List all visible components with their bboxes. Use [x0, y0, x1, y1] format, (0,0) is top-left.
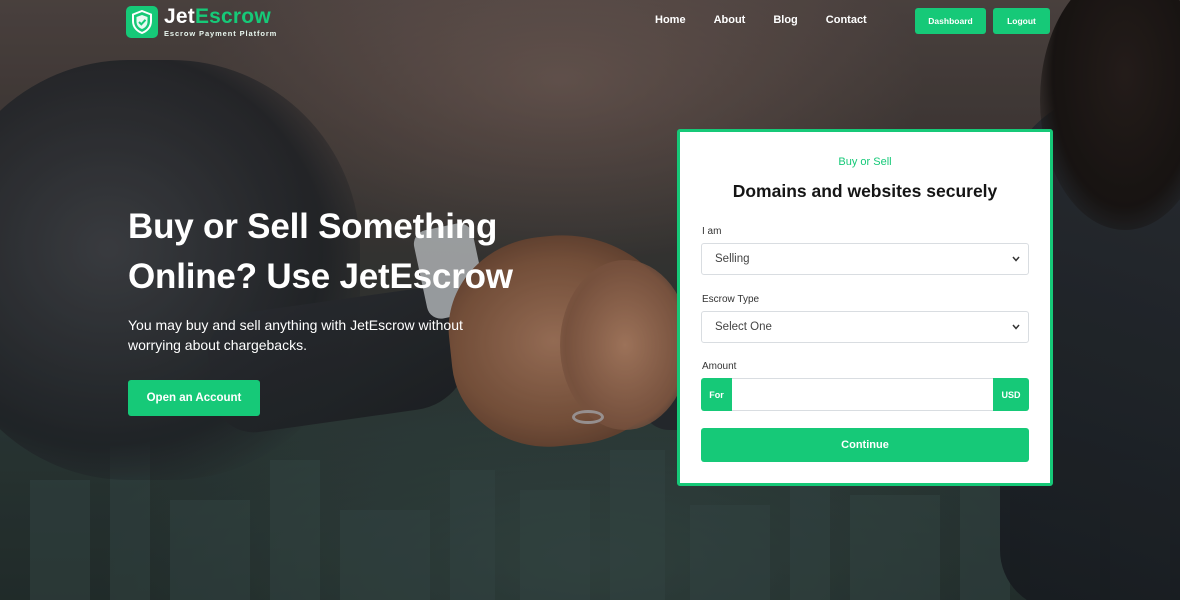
- amount-prefix: For: [701, 378, 732, 411]
- nav-item-home[interactable]: Home: [655, 14, 686, 26]
- logout-button[interactable]: Logout: [993, 8, 1050, 34]
- escrow-form-card: Buy or Sell Domains and websites securel…: [677, 129, 1053, 486]
- escrow-type-select[interactable]: Select One: [701, 311, 1029, 343]
- form-title: Domains and websites securely: [732, 181, 998, 201]
- brand-name: JetEscrow: [164, 5, 271, 28]
- escrow-type-label: Escrow Type: [702, 294, 760, 305]
- brand-logo[interactable]: JetEscrow Escrow Payment Platform: [126, 6, 277, 38]
- dashboard-button[interactable]: Dashboard: [915, 8, 986, 34]
- chevron-down-icon: [1012, 323, 1020, 331]
- hero-subtitle: You may buy and sell anything with JetEs…: [128, 317, 463, 353]
- amount-input-group: For USD: [701, 378, 1029, 411]
- continue-button[interactable]: Continue: [701, 428, 1029, 462]
- main-nav: Home About Blog Contact: [655, 14, 867, 26]
- nav-item-contact[interactable]: Contact: [826, 14, 867, 26]
- amount-label: Amount: [702, 361, 737, 372]
- chevron-down-icon: [1012, 255, 1020, 263]
- amount-input[interactable]: [732, 378, 993, 411]
- open-account-button[interactable]: Open an Account: [128, 380, 260, 416]
- role-select-value: Selling: [715, 253, 750, 265]
- form-eyebrow: Buy or Sell: [838, 156, 892, 168]
- brand-tagline: Escrow Payment Platform: [164, 29, 278, 38]
- role-label: I am: [702, 226, 722, 237]
- currency-suffix: USD: [993, 378, 1029, 411]
- nav-item-blog[interactable]: Blog: [773, 14, 797, 26]
- escrow-type-select-value: Select One: [715, 321, 772, 333]
- shield-icon: [126, 6, 158, 38]
- nav-item-about[interactable]: About: [714, 14, 746, 26]
- hero-title: Buy or Sell Something Online? Use JetEsc…: [128, 207, 513, 296]
- role-select[interactable]: Selling: [701, 243, 1029, 275]
